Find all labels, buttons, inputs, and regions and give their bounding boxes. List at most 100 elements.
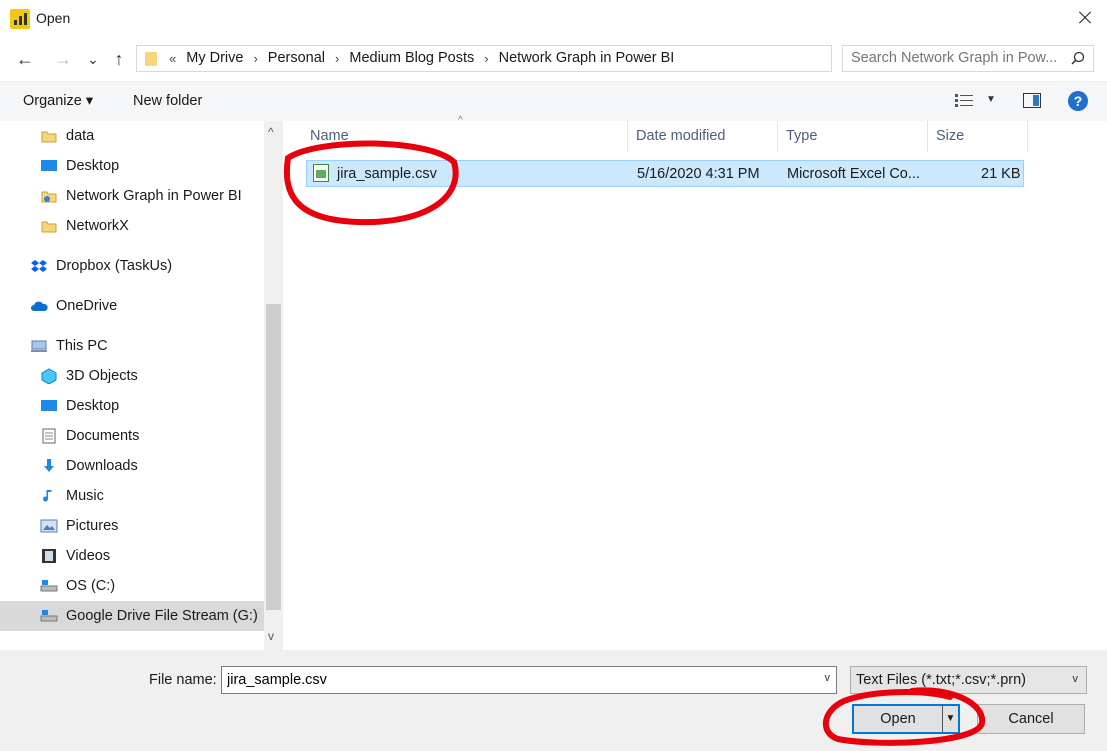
open-button[interactable]: Open ▼ bbox=[852, 704, 960, 734]
sidebar-item[interactable]: NetworkX bbox=[0, 211, 264, 241]
window-title: Open bbox=[36, 10, 71, 26]
sidebar-item[interactable]: Downloads bbox=[0, 451, 264, 481]
preview-pane-icon[interactable] bbox=[1023, 93, 1041, 108]
breadcrumb-separator-icon[interactable]: › bbox=[480, 51, 492, 66]
column-header-date-modified[interactable]: Date modified bbox=[628, 121, 778, 152]
breadcrumb-separator-icon[interactable]: › bbox=[331, 51, 343, 66]
breadcrumb-separator-icon[interactable]: › bbox=[249, 51, 261, 66]
drive-icon bbox=[40, 578, 58, 594]
sidebar-item[interactable]: Dropbox (TaskUs) bbox=[0, 251, 264, 281]
breadcrumb: « My Drive › Personal › Medium Blog Posts › Ne… bbox=[165, 50, 680, 66]
documents-icon bbox=[40, 428, 58, 444]
chevron-down-icon: v bbox=[1072, 673, 1079, 685]
title-bar: Open bbox=[0, 0, 1107, 38]
filename-input[interactable] bbox=[227, 672, 807, 688]
view-options-icon[interactable] bbox=[955, 94, 973, 108]
file-dialog-footer: File name: v Text Files (*.txt;*.csv;*.p… bbox=[0, 650, 1107, 751]
file-list: ^ Name Date modified Type Size jira_samp… bbox=[284, 115, 1107, 650]
videos-icon bbox=[40, 548, 58, 564]
sidebar-item-label: Google Drive File Stream (G:) bbox=[66, 608, 258, 624]
sidebar-item-label: 3D Objects bbox=[66, 368, 138, 384]
address-bar[interactable]: « My Drive › Personal › Medium Blog Posts › Ne… bbox=[136, 45, 962, 72]
new-folder-button[interactable]: New folder bbox=[133, 93, 202, 109]
recent-locations-chevron-icon[interactable]: ⌄ bbox=[80, 46, 106, 72]
sidebar-item[interactable]: Google Drive File Stream (G:) bbox=[0, 601, 264, 631]
help-icon[interactable]: ? bbox=[1068, 91, 1088, 111]
music-icon bbox=[40, 488, 58, 504]
sidebar-item-label: OS (C:) bbox=[66, 578, 116, 594]
sidebar-item[interactable]: OneDrive bbox=[0, 291, 264, 321]
sidebar-item[interactable]: Music bbox=[0, 481, 264, 511]
sidebar-item[interactable]: Videos bbox=[0, 541, 264, 571]
file-name: jira_sample.csv bbox=[337, 166, 437, 182]
scroll-down-icon[interactable]: v bbox=[268, 629, 274, 643]
sidebar-scrollbar[interactable]: ^ v bbox=[264, 121, 283, 650]
desktop-icon bbox=[40, 158, 58, 174]
column-header-size[interactable]: Size bbox=[928, 121, 1028, 152]
sidebar-item-label: Network Graph in Power BI bbox=[66, 188, 242, 204]
search-icon[interactable] bbox=[1071, 51, 1085, 65]
sidebar-item[interactable]: This PC bbox=[0, 331, 264, 361]
file-type-select[interactable]: Text Files (*.txt;*.csv;*.prn) v bbox=[850, 666, 1087, 694]
shared-folder-icon bbox=[40, 188, 58, 204]
filename-field[interactable]: v bbox=[221, 666, 837, 694]
scrollbar-thumb[interactable] bbox=[266, 304, 281, 610]
sidebar-item-label: data bbox=[66, 128, 95, 144]
folder-icon bbox=[40, 128, 58, 144]
open-options-dropdown-icon[interactable]: ▼ bbox=[942, 706, 958, 732]
desktop-icon bbox=[40, 398, 58, 414]
sidebar-item[interactable]: 3D Objects bbox=[0, 361, 264, 391]
cancel-button[interactable]: Cancel bbox=[977, 704, 1085, 734]
sidebar-item[interactable]: Desktop bbox=[0, 151, 264, 181]
breadcrumb-item[interactable]: My Drive bbox=[180, 50, 249, 66]
sidebar-item[interactable]: Pictures bbox=[0, 511, 264, 541]
download-icon bbox=[40, 458, 58, 474]
sidebar-item-label: NetworkX bbox=[66, 218, 129, 234]
sidebar-item-label: Documents bbox=[66, 428, 140, 444]
sidebar-item-label: Desktop bbox=[66, 158, 120, 174]
command-bar: Organize ▾ New folder ▼ ? bbox=[0, 81, 1107, 121]
sidebar-item[interactable]: OS (C:) bbox=[0, 571, 264, 601]
computer-icon bbox=[30, 338, 48, 354]
pictures-icon bbox=[40, 518, 58, 534]
sidebar-item-label: Downloads bbox=[66, 458, 138, 474]
sidebar-item-label: Music bbox=[66, 488, 104, 504]
sidebar-item[interactable]: data bbox=[0, 121, 264, 151]
sidebar-item[interactable]: Network Graph in Power BI bbox=[0, 181, 264, 211]
csv-file-icon bbox=[313, 164, 329, 182]
close-icon[interactable] bbox=[1061, 0, 1107, 36]
chevron-down-icon[interactable]: v bbox=[825, 672, 831, 684]
onedrive-icon bbox=[30, 298, 48, 314]
breadcrumb-item[interactable]: Network Graph in Power BI bbox=[493, 50, 681, 66]
column-header-type[interactable]: Type bbox=[778, 121, 928, 152]
file-type-value: Text Files (*.txt;*.csv;*.prn) bbox=[856, 672, 1027, 688]
filename-label: File name: bbox=[149, 672, 217, 688]
drive-icon bbox=[40, 608, 58, 624]
sidebar-item-label: Dropbox (TaskUs) bbox=[56, 258, 173, 274]
forward-arrow-icon[interactable]: → bbox=[50, 46, 76, 72]
file-row-selected[interactable]: jira_sample.csv 5/16/2020 4:31 PM Micros… bbox=[306, 160, 1024, 187]
power-bi-icon bbox=[10, 9, 30, 29]
up-arrow-icon[interactable]: ↑ bbox=[106, 46, 132, 72]
sidebar-item[interactable]: Desktop bbox=[0, 391, 264, 421]
sidebar-item-label: Pictures bbox=[66, 518, 119, 534]
back-arrow-icon[interactable]: ← bbox=[12, 46, 38, 72]
scroll-up-icon[interactable]: ^ bbox=[268, 125, 274, 139]
breadcrumb-item[interactable]: Medium Blog Posts bbox=[343, 50, 480, 66]
sidebar-item-label: This PC bbox=[56, 338, 108, 354]
dropbox-icon bbox=[30, 258, 48, 274]
overflow-chevron-icon[interactable]: « bbox=[165, 51, 180, 66]
navigation-pane: data Desktop Network Graph in Power BI Netw… bbox=[0, 121, 264, 650]
file-date: 5/16/2020 4:31 PM bbox=[637, 166, 760, 182]
column-header-name[interactable]: Name bbox=[302, 121, 628, 152]
search-input[interactable] bbox=[851, 50, 1057, 66]
organize-menu[interactable]: Organize ▾ bbox=[23, 93, 93, 109]
sidebar-item-label: Videos bbox=[66, 548, 111, 564]
search-box[interactable] bbox=[842, 45, 1094, 72]
file-type: Microsoft Excel Co... bbox=[787, 166, 920, 182]
view-dropdown-icon[interactable]: ▼ bbox=[986, 94, 996, 105]
sidebar-item-label: OneDrive bbox=[56, 298, 118, 314]
breadcrumb-item[interactable]: Personal bbox=[262, 50, 331, 66]
sidebar-item[interactable]: Documents bbox=[0, 421, 264, 451]
folder-icon bbox=[40, 218, 58, 234]
